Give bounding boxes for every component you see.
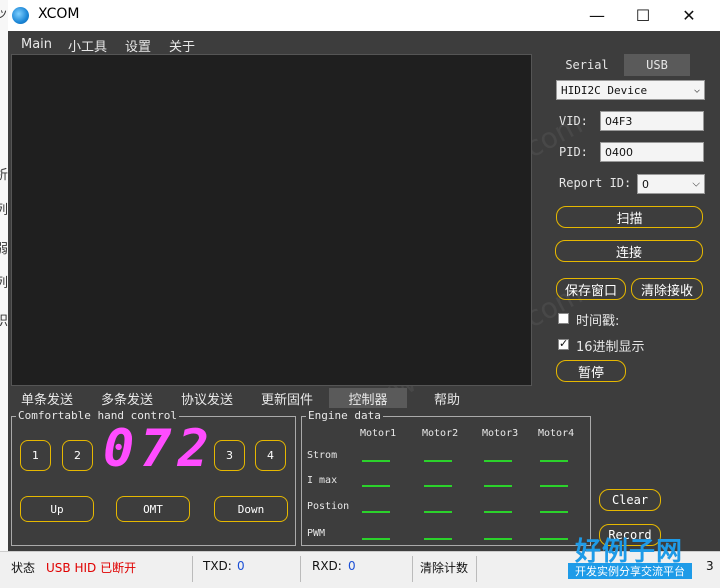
motor-value-line	[362, 460, 390, 462]
report-id-value: 0	[642, 177, 649, 191]
connection-status: USB HID 已断开	[46, 561, 137, 575]
device-select[interactable]: HIDI2C Device ⌵	[556, 80, 705, 100]
report-id-select[interactable]: 0 ⌵	[637, 174, 705, 194]
status-divider	[192, 556, 193, 582]
motor1-header: Motor1	[360, 428, 397, 439]
hex-display-checkbox[interactable]	[558, 337, 569, 350]
tab-usb[interactable]: USB	[624, 54, 690, 76]
motor-value-line	[540, 511, 568, 513]
omt-button[interactable]: OMT	[116, 496, 190, 522]
motor-value-line	[484, 485, 512, 487]
motor-value-line	[362, 485, 390, 487]
reset-count-button[interactable]: 清除计数	[420, 559, 468, 576]
pid-input[interactable]: 0400	[600, 142, 704, 162]
status-label: 状态	[11, 561, 36, 575]
vid-input[interactable]: 04F3	[600, 111, 704, 131]
status-divider	[476, 556, 477, 582]
background-fragment: 织	[0, 314, 9, 329]
up-button[interactable]: Up	[20, 496, 94, 522]
txd-count: 0	[237, 559, 245, 573]
pid-label: PID:	[559, 145, 588, 159]
engine-data-title: Engine data	[306, 409, 383, 422]
scan-button[interactable]: 扫描	[556, 206, 703, 228]
tab-protocol-send[interactable]: 协议发送	[181, 388, 233, 408]
save-window-button[interactable]: 保存窗口	[556, 278, 626, 300]
hex-display-label: 16进制显示	[576, 340, 645, 355]
motor-value-line	[484, 460, 512, 462]
motor3-header: Motor3	[482, 428, 519, 439]
strom-label: Strom	[307, 450, 338, 461]
motor4-header: Motor4	[538, 428, 575, 439]
menu-settings[interactable]: 设置	[125, 36, 151, 55]
motor-value-line	[424, 511, 452, 513]
hand-button-3[interactable]: 3	[214, 440, 245, 471]
down-button[interactable]: Down	[214, 496, 288, 522]
motor-value-line	[362, 511, 390, 513]
close-button[interactable]: ✕	[666, 0, 712, 31]
i-max-label: I max	[307, 475, 338, 486]
vid-label: VID:	[559, 114, 588, 128]
motor-value-line	[362, 538, 390, 540]
menu-tools[interactable]: 小工具	[68, 36, 107, 55]
motor-value-line	[484, 511, 512, 513]
rxd-count: 0	[348, 559, 356, 573]
tab-help[interactable]: 帮助	[434, 388, 460, 408]
hand-button-2[interactable]: 2	[62, 440, 93, 471]
clear-button[interactable]: Clear	[599, 489, 661, 511]
seven-segment-display: 072	[103, 419, 215, 479]
clear-receive-button[interactable]: 清除接收	[631, 278, 703, 300]
hand-button-4[interactable]: 4	[255, 440, 286, 471]
status-divider	[412, 556, 413, 582]
tab-controller[interactable]: 控制器	[329, 388, 407, 408]
window-title: XCOM	[38, 6, 80, 22]
motor-value-line	[540, 460, 568, 462]
motor-value-line	[484, 538, 512, 540]
motor-value-line	[424, 538, 452, 540]
status-divider	[300, 556, 301, 582]
motor2-header: Motor2	[422, 428, 459, 439]
menu-main[interactable]: Main	[21, 37, 52, 52]
tab-single-send[interactable]: 单条发送	[21, 388, 73, 408]
menu-about[interactable]: 关于	[169, 36, 195, 55]
background-fragment: 析	[0, 168, 9, 183]
report-id-label: Report ID:	[559, 176, 632, 190]
background-fragment: ッ	[0, 6, 9, 20]
tab-serial[interactable]: Serial	[556, 54, 618, 76]
background-fragment: 弱	[0, 242, 9, 257]
background-fragment: 列	[0, 203, 9, 218]
pause-button[interactable]: 暂停	[556, 360, 626, 382]
device-select-value: HIDI2C Device	[561, 83, 648, 97]
motor-value-line	[540, 485, 568, 487]
chevron-down-icon: ⌵	[692, 178, 700, 190]
brand-slogan: 开发实例分享交流平台	[568, 563, 692, 579]
motor-value-line	[424, 485, 452, 487]
status-tail: 3	[706, 559, 714, 573]
connect-button[interactable]: 连接	[555, 240, 703, 262]
rxd-label: RXD:	[312, 559, 342, 573]
motor-value-line	[424, 460, 452, 462]
receive-text-area[interactable]	[11, 54, 532, 386]
maximize-button[interactable]: ☐	[620, 0, 666, 31]
hand-button-1[interactable]: 1	[20, 440, 51, 471]
tab-multi-send[interactable]: 多条发送	[101, 388, 153, 408]
timestamp-checkbox[interactable]	[558, 313, 569, 324]
chevron-down-icon: ⌵	[693, 84, 700, 96]
txd-label: TXD:	[203, 559, 232, 573]
pwm-label: PWM	[307, 528, 326, 539]
postion-label: Postion	[307, 501, 350, 512]
tab-update-firmware[interactable]: 更新固件	[261, 388, 313, 408]
minimize-button[interactable]: —	[574, 0, 620, 31]
app-logo-icon	[12, 7, 29, 24]
timestamp-label: 时间戳:	[576, 314, 620, 329]
motor-value-line	[540, 538, 568, 540]
background-fragment: 列	[0, 276, 9, 291]
